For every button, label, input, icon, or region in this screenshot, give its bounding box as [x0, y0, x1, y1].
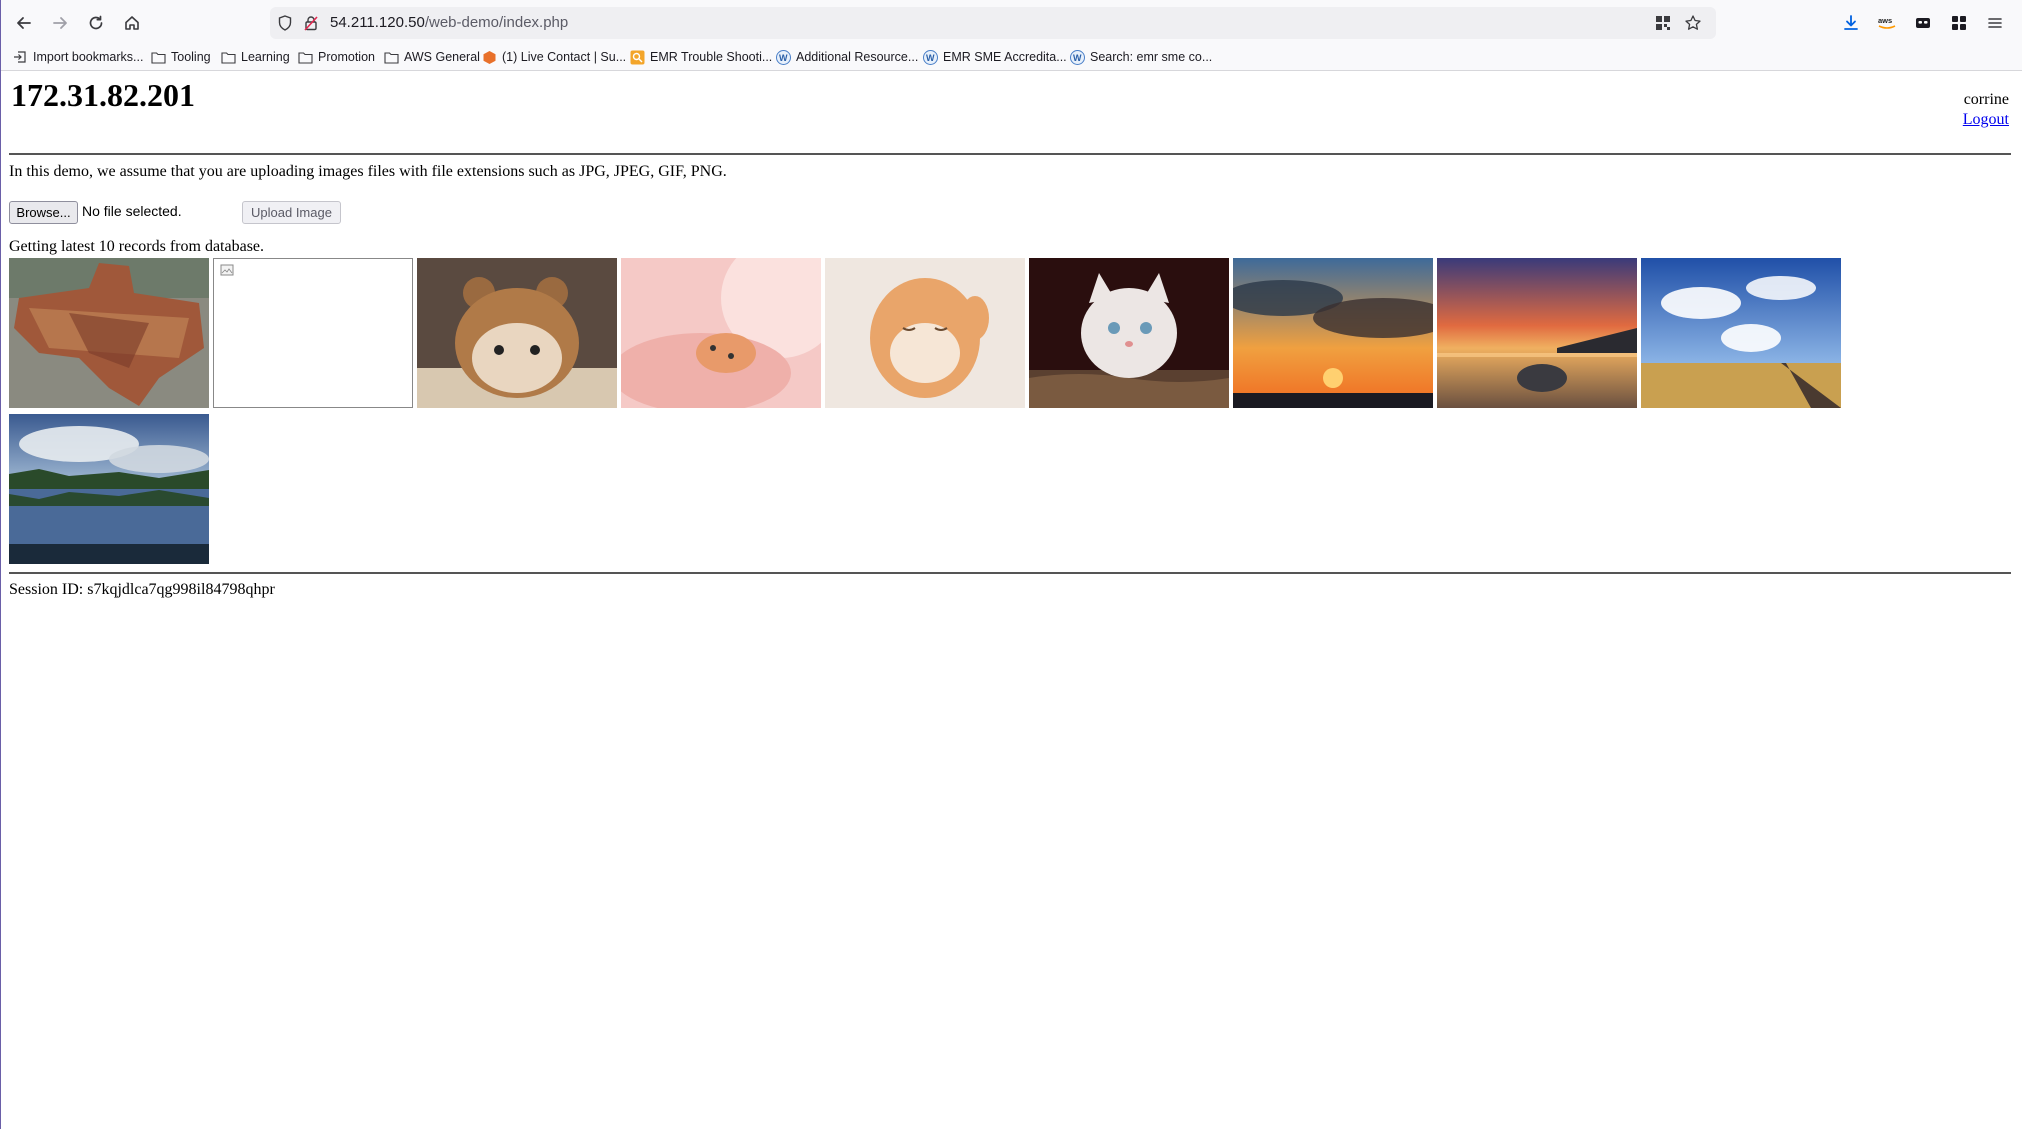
svg-text:W: W [926, 53, 935, 63]
svg-text:W: W [1073, 53, 1082, 63]
session-id: Session ID: s7kqjdlca7qg998il84798qhpr [9, 581, 275, 598]
divider [9, 153, 2011, 155]
hexagon-icon [481, 49, 497, 65]
bookmark-label: EMR Trouble Shooti... [650, 50, 773, 64]
bookmark-label: EMR SME Accredita... [943, 50, 1067, 64]
upload-image-button[interactable]: Upload Image [242, 201, 341, 224]
sunset-clouds-image [1233, 258, 1433, 408]
image-thumbnail[interactable] [825, 258, 1025, 408]
broken-image-icon [220, 264, 234, 276]
folder-icon [150, 49, 166, 65]
road-blue-sky-image [1641, 258, 1841, 408]
extensions-button[interactable] [1948, 12, 1970, 34]
folder-icon [297, 49, 313, 65]
crowd-texas-map-image [9, 258, 209, 408]
bookmark-label: Import bookmarks... [33, 50, 144, 64]
back-button[interactable] [10, 10, 38, 36]
bookmark-label: Additional Resource... [796, 50, 919, 64]
bookmark-folder-learning[interactable]: Learning [220, 48, 290, 66]
username: corrine [1963, 91, 2009, 108]
web-page: 172.31.82.201 corrine Logout In this dem… [0, 71, 2022, 1129]
home-icon [125, 16, 139, 30]
svg-text:aws: aws [1878, 16, 1892, 25]
app-menu-button[interactable] [1984, 12, 2006, 34]
records-text: Getting latest 10 records from database. [9, 238, 265, 255]
bookmark-label: (1) Live Contact | Su... [502, 50, 627, 64]
image-thumbnail[interactable] [9, 414, 209, 564]
forward-button[interactable] [46, 10, 74, 36]
shield-icon[interactable] [276, 14, 294, 32]
bookmark-emr-sme-accreditation[interactable]: W EMR SME Accredita... [922, 48, 1067, 66]
lake-reflection-image [9, 414, 209, 564]
bookmark-label: Promotion [318, 50, 375, 64]
insecure-lock-icon[interactable] [302, 14, 320, 32]
bookmark-folder-tooling[interactable]: Tooling [150, 48, 211, 66]
divider [9, 572, 2011, 574]
bookmark-label: AWS General [404, 50, 480, 64]
page-title: 172.31.82.201 [11, 77, 195, 113]
import-icon [12, 49, 28, 65]
svg-text:W: W [779, 53, 788, 63]
w-icon: W [1069, 49, 1085, 65]
qr-code-icon[interactable] [1654, 14, 1672, 32]
search-site-icon [629, 49, 645, 65]
kitten-sleeping-image [825, 258, 1025, 408]
file-status: No file selected. [82, 203, 182, 219]
back-arrow-icon [17, 17, 31, 29]
bookmark-folder-aws-general[interactable]: AWS General [383, 48, 480, 66]
bookmark-label: Learning [241, 50, 290, 64]
bookmark-live-contact[interactable]: (1) Live Contact | Su... [481, 48, 626, 66]
beach-sunset-image [1437, 258, 1637, 408]
home-button[interactable] [118, 10, 146, 36]
folder-icon [383, 49, 399, 65]
browser-chrome: 54.211.120.50/web-demo/index.php aws Imp… [0, 0, 2022, 71]
forward-arrow-icon [53, 17, 67, 29]
browser-toolbar: 54.211.120.50/web-demo/index.php aws [0, 0, 2022, 44]
bookmark-emr-trouble-shooting[interactable]: EMR Trouble Shooti... [629, 48, 772, 66]
url-text[interactable]: 54.211.120.50/web-demo/index.php [330, 14, 568, 31]
private-browsing-button[interactable] [1912, 12, 1934, 34]
cat-bear-hat-image [417, 258, 617, 408]
intro-text: In this demo, we assume that you are upl… [9, 163, 727, 180]
broken-image-thumbnail[interactable] [213, 258, 413, 408]
mask-icon [1916, 18, 1930, 28]
folder-icon [220, 49, 236, 65]
image-thumbnail[interactable] [621, 258, 821, 408]
downloads-button[interactable] [1840, 12, 1862, 34]
amazon-icon: aws [1878, 16, 1896, 29]
kitten-pink-blanket-image [621, 258, 821, 408]
bookmark-label: Search: emr sme co... [1090, 50, 1213, 64]
window-edge [0, 0, 1, 1129]
browse-button[interactable]: Browse... [9, 201, 78, 224]
bookmarks-toolbar: Import bookmarks... Tooling Learning Pro… [0, 44, 2022, 70]
w-icon: W [922, 49, 938, 65]
amazon-extension-button[interactable]: aws [1876, 12, 1898, 34]
reload-icon [89, 15, 103, 30]
bookmark-import[interactable]: Import bookmarks... [12, 48, 143, 66]
image-thumbnail[interactable] [1233, 258, 1433, 408]
bookmark-folder-promotion[interactable]: Promotion [297, 48, 375, 66]
download-icon [1844, 15, 1858, 30]
url-host: 54.211.120.50 [330, 14, 425, 31]
image-thumbnail[interactable] [1029, 258, 1229, 408]
url-bar[interactable]: 54.211.120.50/web-demo/index.php [270, 7, 1716, 39]
bookmark-additional-resources[interactable]: W Additional Resource... [775, 48, 918, 66]
image-thumbnail[interactable] [1641, 258, 1841, 408]
w-icon: W [775, 49, 791, 65]
grid-apps-icon [1952, 16, 1966, 30]
bookmark-star-icon[interactable] [1684, 14, 1702, 32]
reload-button[interactable] [82, 10, 110, 36]
url-path: /web-demo/index.php [424, 14, 569, 31]
white-kitten-dark-image [1029, 258, 1229, 408]
hamburger-menu-icon [1988, 18, 2002, 28]
image-thumbnail[interactable] [1437, 258, 1637, 408]
image-thumbnail[interactable] [9, 258, 209, 408]
bookmark-search-emr-sme[interactable]: W Search: emr sme co... [1069, 48, 1212, 66]
image-thumbnail[interactable] [417, 258, 617, 408]
bookmark-label: Tooling [171, 50, 211, 64]
logout-link[interactable]: Logout [1963, 111, 2009, 129]
